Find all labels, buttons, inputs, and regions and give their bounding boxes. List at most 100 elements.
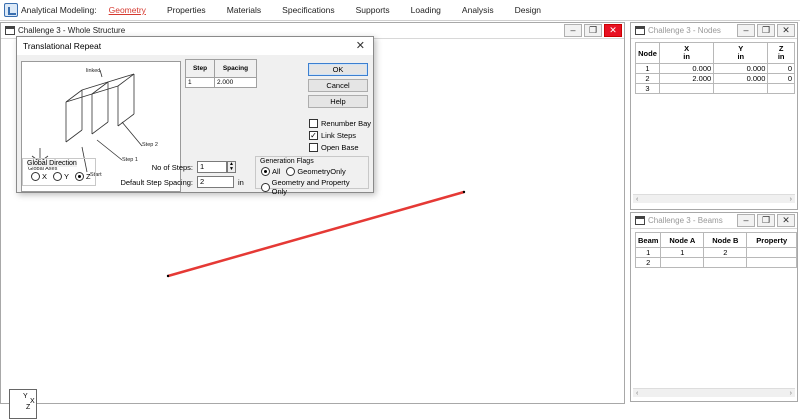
- table-cell[interactable]: [746, 257, 797, 268]
- help-button[interactable]: Help: [308, 95, 368, 108]
- table-cell[interactable]: 1: [635, 63, 660, 74]
- direction-y-radio[interactable]: Y: [53, 172, 69, 181]
- minimize-button[interactable]: –: [564, 24, 582, 37]
- scroll-right-icon[interactable]: ›: [790, 195, 792, 203]
- nodes-window[interactable]: Challenge 3 - Nodes – ❐ ✕ Node Xin Yin Z…: [630, 22, 798, 210]
- node-2[interactable]: [462, 190, 466, 194]
- table-cell[interactable]: [767, 83, 795, 94]
- table-cell[interactable]: 2: [635, 73, 660, 84]
- beams-titlebar[interactable]: Challenge 3 - Beams – ❐ ✕: [631, 213, 797, 229]
- direction-z-radio[interactable]: Z: [75, 172, 91, 181]
- checkbox-box[interactable]: [309, 143, 318, 152]
- generation-flags-label: Generation Flags: [260, 158, 314, 165]
- table-cell[interactable]: 2.000: [658, 73, 715, 84]
- table-cell[interactable]: [703, 257, 748, 268]
- beams-window[interactable]: Challenge 3 - Beams – ❐ ✕ Beam Node A No…: [630, 212, 798, 402]
- table-cell[interactable]: 0.000: [713, 63, 769, 74]
- dialog-close-icon[interactable]: ✕: [356, 39, 365, 52]
- renumber-bay-checkbox[interactable]: Renumber Bay: [309, 119, 371, 128]
- beams-table[interactable]: Beam Node A Node B Property 1 1 2 2: [634, 232, 797, 268]
- table-cell[interactable]: 2: [703, 247, 748, 258]
- table-cell[interactable]: 0.000: [658, 63, 715, 74]
- table-cell[interactable]: 2.000: [214, 77, 257, 88]
- spacing-unit-label: in: [238, 178, 244, 187]
- no-of-steps-input[interactable]: 1: [197, 161, 227, 173]
- link-steps-checkbox[interactable]: ✓ Link Steps: [309, 131, 356, 140]
- table-cell[interactable]: 0: [767, 73, 795, 84]
- table-cell[interactable]: 1: [185, 77, 215, 88]
- nodes-table[interactable]: Node Xin Yin Zin 1 0.000 0.000 0 2 2.000…: [635, 42, 795, 94]
- close-button[interactable]: ✕: [604, 24, 622, 37]
- beam-line[interactable]: [167, 190, 465, 278]
- checkbox-box[interactable]: [309, 119, 318, 128]
- ok-button[interactable]: OK: [308, 63, 368, 76]
- axis-y-label: Y: [23, 393, 28, 400]
- nodes-titlebar[interactable]: Challenge 3 - Nodes – ❐ ✕: [631, 23, 797, 39]
- axis-z-label: Z: [26, 404, 31, 411]
- horizontal-scrollbar[interactable]: ‹ ›: [633, 388, 795, 397]
- tab-specifications[interactable]: Specifications: [282, 5, 334, 15]
- restore-button[interactable]: ❐: [757, 24, 775, 37]
- table-cell[interactable]: [746, 247, 797, 258]
- default-step-spacing-label: Default Step Spacing:: [120, 178, 193, 187]
- table-cell[interactable]: [658, 83, 715, 94]
- tab-supports[interactable]: Supports: [356, 5, 390, 15]
- restore-button[interactable]: ❐: [757, 214, 775, 227]
- column-header: Zin: [767, 42, 795, 64]
- table-cell[interactable]: [713, 83, 769, 94]
- table-row[interactable]: 2: [634, 257, 797, 268]
- table-cell[interactable]: 0: [767, 63, 795, 74]
- no-of-steps-spinner[interactable]: ▲ ▼: [227, 161, 236, 173]
- close-button[interactable]: ✕: [777, 214, 795, 227]
- flag-geometry-property-radio[interactable]: Geometry and Property Only: [261, 178, 362, 196]
- scroll-left-icon[interactable]: ‹: [636, 389, 638, 397]
- dialog-titlebar[interactable]: Translational Repeat ✕: [17, 37, 373, 55]
- table-cell[interactable]: 1: [634, 247, 662, 258]
- table-cell[interactable]: [660, 257, 705, 268]
- table-cell[interactable]: 3: [635, 83, 660, 94]
- scroll-right-icon[interactable]: ›: [790, 389, 792, 397]
- tab-properties[interactable]: Properties: [167, 5, 206, 15]
- flag-geometry-only-radio[interactable]: GeometryOnly: [286, 167, 346, 176]
- table-cell[interactable]: 2: [634, 257, 662, 268]
- column-header: Beam: [634, 232, 662, 248]
- whole-structure-title: Challenge 3 - Whole Structure: [18, 26, 126, 35]
- translational-repeat-dialog[interactable]: Translational Repeat ✕ linked Step 2 Ste…: [16, 36, 374, 196]
- horizontal-scrollbar[interactable]: ‹ ›: [633, 194, 795, 203]
- table-cell[interactable]: 1: [660, 247, 705, 258]
- tab-analysis[interactable]: Analysis: [462, 5, 494, 15]
- open-base-checkbox[interactable]: Open Base: [309, 143, 359, 152]
- table-row[interactable]: 1 0.000 0.000 0: [635, 63, 795, 74]
- checkbox-label: Link Steps: [321, 131, 357, 140]
- column-header: Xin: [658, 42, 715, 64]
- direction-x-radio[interactable]: X: [31, 172, 47, 181]
- scroll-left-icon[interactable]: ‹: [636, 195, 638, 203]
- tab-design[interactable]: Design: [515, 5, 541, 15]
- cancel-button[interactable]: Cancel: [308, 79, 368, 92]
- close-button[interactable]: ✕: [777, 24, 795, 37]
- tab-materials[interactable]: Materials: [227, 5, 261, 15]
- preview-label-linked: linked: [86, 68, 101, 74]
- table-icon: [635, 26, 645, 35]
- restore-button[interactable]: ❐: [584, 24, 602, 37]
- minimize-button[interactable]: –: [737, 214, 755, 227]
- checkbox-box[interactable]: ✓: [309, 131, 318, 140]
- table-row[interactable]: 2 2.000 0.000 0: [635, 73, 795, 84]
- tab-loading[interactable]: Loading: [411, 5, 441, 15]
- default-step-spacing-input[interactable]: 2: [197, 176, 234, 188]
- analytical-modeling-icon: [4, 3, 18, 17]
- minimize-button[interactable]: –: [737, 24, 755, 37]
- node-1[interactable]: [166, 274, 170, 278]
- table-row[interactable]: 1 1 2: [634, 247, 797, 258]
- app-label: Analytical Modeling:: [21, 5, 97, 15]
- table-row[interactable]: 3: [635, 83, 795, 94]
- table-row[interactable]: 1 2.000: [185, 77, 257, 88]
- window-icon: [5, 26, 15, 35]
- preview-label-step2: Step 2: [142, 142, 158, 148]
- tab-geometry[interactable]: Geometry: [109, 5, 146, 15]
- table-cell[interactable]: 0.000: [713, 73, 769, 84]
- step-table[interactable]: Step Spacing 1 2.000: [185, 59, 257, 88]
- no-of-steps-label: No of Steps:: [151, 163, 193, 172]
- checkbox-label: Open Base: [321, 143, 359, 152]
- flag-all-radio[interactable]: All: [261, 167, 280, 176]
